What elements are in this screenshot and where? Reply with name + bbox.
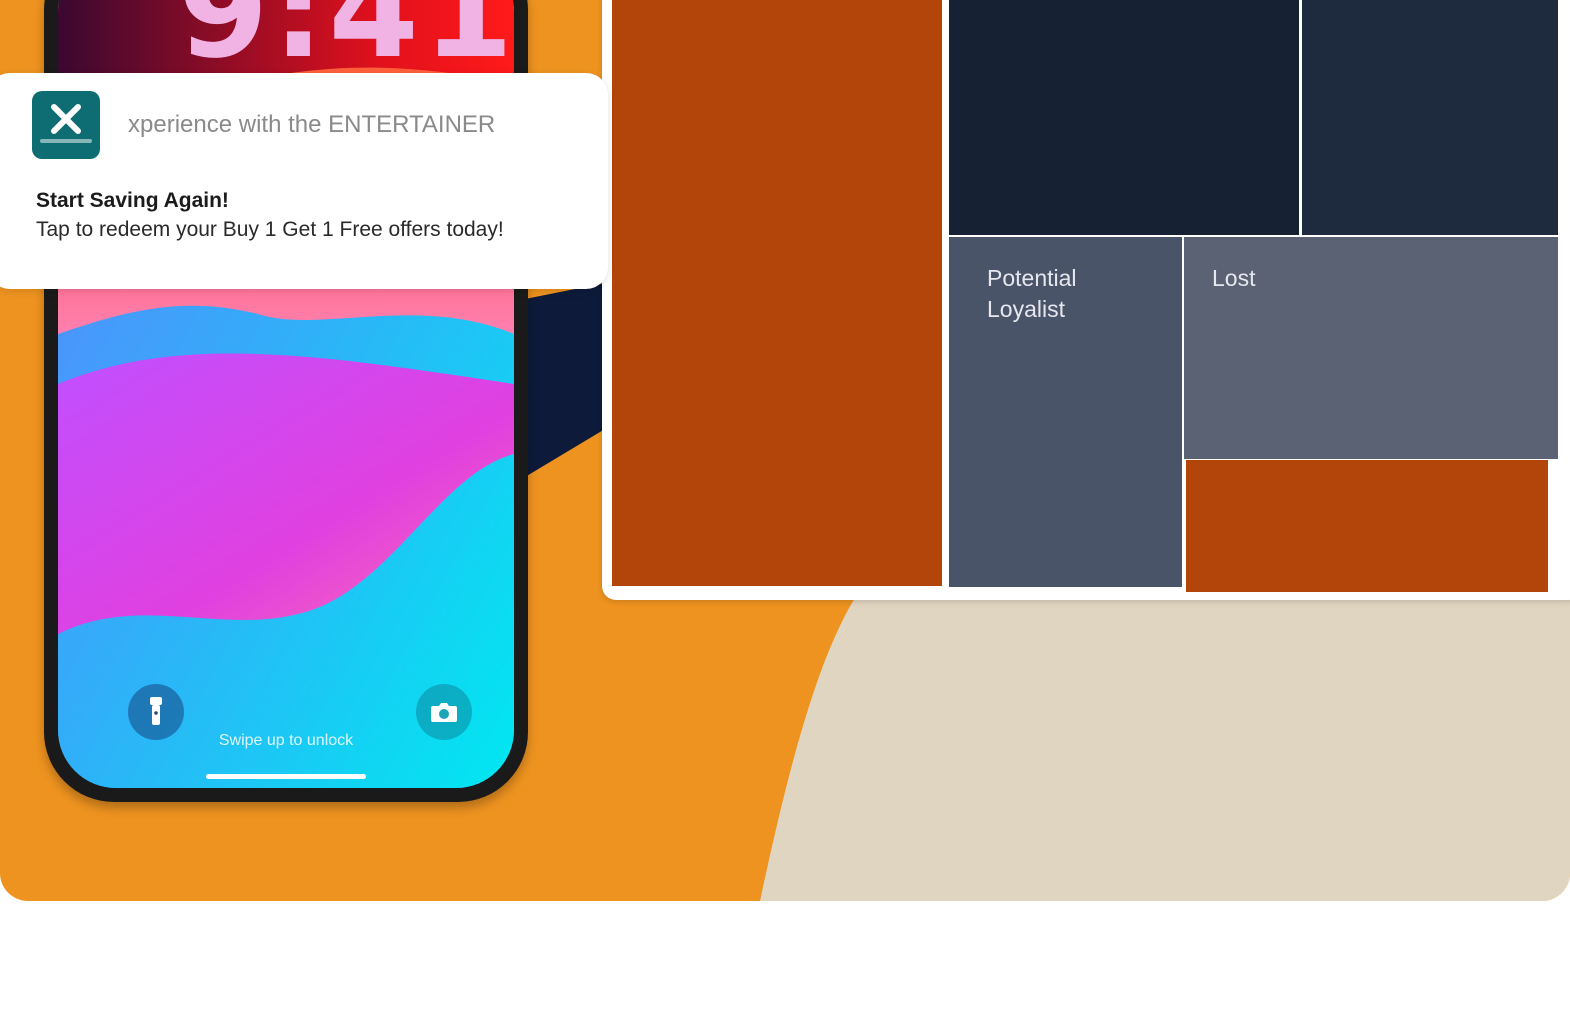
treemap-tile-dark-2[interactable] (1302, 0, 1558, 235)
treemap-tile-potential-loyalist[interactable]: Potential Loyalist (949, 237, 1182, 587)
beige-shape (760, 590, 1570, 901)
x-logo-icon (51, 104, 81, 134)
lock-clock: 9:41 (178, 0, 514, 87)
notification-app-name: xperience with the ENTERTAINER (128, 111, 496, 138)
treemap-tile-lost[interactable]: Lost (1184, 237, 1558, 459)
treemap-tile-main[interactable] (612, 0, 942, 586)
home-indicator[interactable] (206, 774, 366, 779)
hero-card: Potential Loyalist Lost 9:41 Swipe up to… (0, 0, 1570, 901)
app-icon-caption (40, 139, 92, 143)
notification-title: Start Saving Again! (36, 189, 229, 212)
treemap-tile-dark-1[interactable] (949, 0, 1299, 235)
swipe-to-unlock-text: Swipe up to unlock (218, 732, 354, 749)
app-icon (32, 91, 100, 159)
treemap-panel: Potential Loyalist Lost (602, 0, 1570, 600)
notification-body: Tap to redeem your Buy 1 Get 1 Free offe… (36, 218, 504, 241)
push-notification[interactable]: xperience with the ENTERTAINER Start Sav… (0, 73, 608, 289)
tile-label-potential: Potential Loyalist (987, 265, 1077, 322)
camera-icon (431, 703, 457, 722)
treemap-tile-orange-small[interactable] (1186, 460, 1548, 592)
tile-label-lost: Lost (1212, 265, 1256, 291)
flashlight-icon (150, 697, 162, 725)
